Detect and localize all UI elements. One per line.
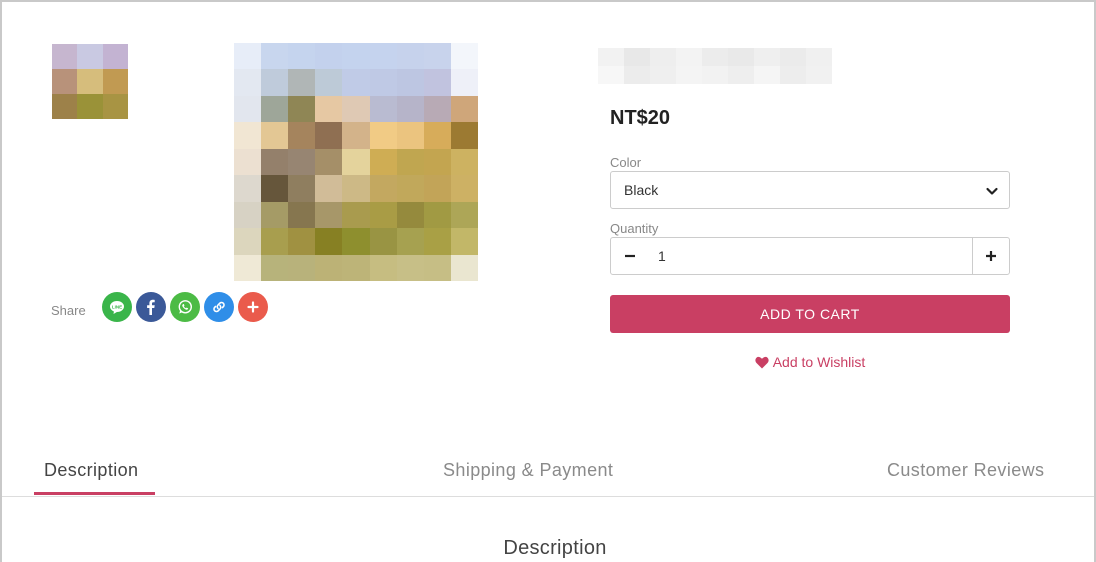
product-title-blurred: [598, 48, 832, 84]
quantity-label: Quantity: [610, 221, 659, 236]
share-line-button[interactable]: LINE: [102, 292, 132, 322]
facebook-icon: [143, 299, 159, 315]
quantity-decrease-button[interactable]: [611, 238, 648, 274]
share-facebook-button[interactable]: [136, 292, 166, 322]
line-icon: LINE: [109, 299, 125, 315]
add-to-cart-button[interactable]: ADD TO CART: [610, 295, 1010, 333]
color-label: Color: [610, 155, 642, 170]
product-main-image: [234, 43, 478, 281]
color-select-value: Black: [624, 182, 659, 198]
quantity-increase-button[interactable]: [972, 238, 1009, 274]
plus-icon: [245, 299, 261, 315]
minus-icon: [624, 250, 636, 262]
share-copy-link-button[interactable]: [204, 292, 234, 322]
share-more-button[interactable]: [238, 292, 268, 322]
product-price: NT$20: [610, 107, 671, 129]
link-icon: [211, 299, 227, 315]
tab-description[interactable]: Description: [44, 460, 138, 481]
active-tab-indicator: [34, 492, 155, 495]
tab-customer-reviews[interactable]: Customer Reviews: [887, 460, 1044, 481]
quantity-input[interactable]: 1: [648, 238, 972, 274]
add-to-wishlist-link[interactable]: Add to Wishlist: [610, 354, 1010, 370]
tabs-divider: [2, 496, 1094, 497]
wishlist-label: Add to Wishlist: [772, 354, 866, 370]
tab-shipping-payment[interactable]: Shipping & Payment: [443, 460, 613, 481]
plus-icon: [985, 250, 997, 262]
chevron-down-icon: [985, 184, 999, 198]
color-select[interactable]: Black: [610, 171, 1010, 209]
quantity-stepper: 1: [610, 237, 1010, 275]
svg-text:LINE: LINE: [112, 304, 122, 309]
share-label: Share: [51, 303, 86, 318]
share-whatsapp-button[interactable]: [170, 292, 200, 322]
section-title: Description: [503, 537, 607, 559]
product-thumbnail[interactable]: [52, 44, 128, 119]
heart-icon: [755, 356, 769, 369]
whatsapp-icon: [177, 299, 193, 315]
